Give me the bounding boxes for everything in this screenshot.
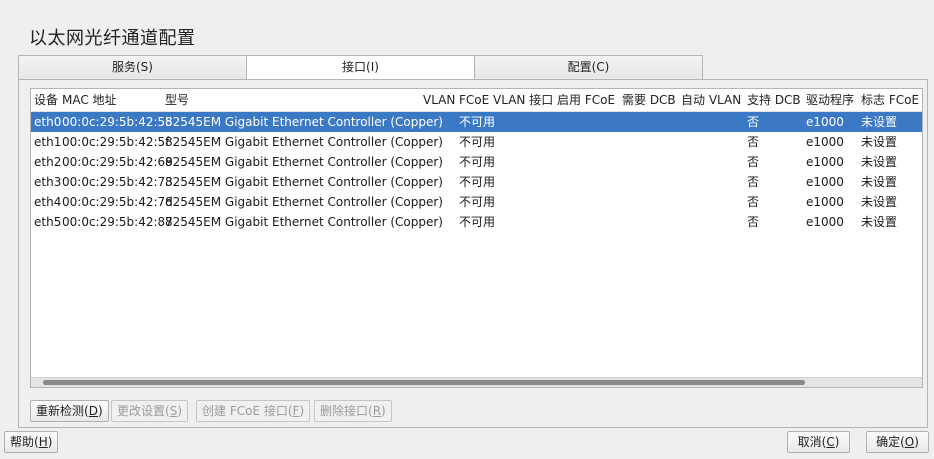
cell-mac: 00:0c:29:5b:42:87: [62, 215, 173, 229]
cell-mac: 00:0c:29:5b:42:55: [62, 115, 173, 129]
cell-model: 82545EM Gigabit Ethernet Controller (Cop…: [165, 215, 443, 229]
column-header-driver[interactable]: 驱动程序: [806, 89, 854, 111]
retest-button-label: 重新检测: [36, 404, 85, 418]
cell-mac: 00:0c:29:5b:42:69: [62, 155, 173, 169]
column-header-fcoe-flag[interactable]: 标志 FCoE: [861, 89, 919, 111]
ok-button[interactable]: 确定(O): [866, 431, 929, 453]
table-row[interactable]: eth2 00:0c:29:5b:42:69 82545EM Gigabit E…: [31, 152, 922, 172]
cell-fcoe-flag: 未设置: [861, 215, 898, 229]
create-fcoe-interface-button-label: 创建 FCoE 接口: [202, 404, 288, 418]
change-settings-button[interactable]: 更改设置(S): [111, 400, 189, 422]
cell-fcoe-flag: 未设置: [861, 175, 898, 189]
table-row[interactable]: eth0 00:0c:29:5b:42:55 82545EM Gigabit E…: [31, 112, 922, 132]
cell-driver: e1000: [806, 175, 844, 189]
column-header-device[interactable]: 设备: [34, 89, 58, 111]
table-header: 设备 MAC 地址 型号 VLAN FCoE VLAN 接口 启用 FCoE 需…: [31, 89, 922, 112]
cell-model: 82545EM Gigabit Ethernet Controller (Cop…: [165, 135, 443, 149]
cell-device: eth0: [34, 115, 62, 129]
column-header-vlan[interactable]: VLAN: [423, 89, 455, 111]
table-row[interactable]: eth4 00:0c:29:5b:42:7d 82545EM Gigabit E…: [31, 192, 922, 212]
create-fcoe-interface-button-shortcut: F: [292, 404, 300, 418]
tab-configuration[interactable]: 配置(C): [474, 55, 703, 80]
retest-button-shortcut: D: [88, 404, 98, 418]
scrollbar-thumb[interactable]: [43, 380, 805, 385]
cell-device: eth4: [34, 195, 62, 209]
cell-driver: e1000: [806, 215, 844, 229]
help-button-shortcut: H: [38, 435, 48, 449]
cell-dcb-capable: 否: [747, 195, 760, 209]
column-header-model[interactable]: 型号: [165, 89, 189, 111]
cell-model: 82545EM Gigabit Ethernet Controller (Cop…: [165, 115, 443, 129]
cancel-button-shortcut: C: [826, 435, 835, 449]
cell-mac: 00:0c:29:5b:42:7d: [62, 195, 173, 209]
interfaces-panel: 设备 MAC 地址 型号 VLAN FCoE VLAN 接口 启用 FCoE 需…: [18, 79, 928, 428]
delete-interface-button-shortcut: R: [372, 404, 382, 418]
cell-fcoe-vlan-interface: 不可用: [459, 215, 496, 229]
tab-services[interactable]: 服务(S): [18, 55, 247, 80]
cell-mac: 00:0c:29:5b:42:5f: [62, 135, 170, 149]
cell-device: eth5: [34, 215, 62, 229]
cell-dcb-capable: 否: [747, 215, 760, 229]
cell-model: 82545EM Gigabit Ethernet Controller (Cop…: [165, 175, 443, 189]
column-header-dcb-capable[interactable]: 支持 DCB: [747, 89, 801, 111]
change-settings-button-label: 更改设置: [117, 404, 166, 418]
cell-fcoe-vlan-interface: 不可用: [459, 155, 496, 169]
horizontal-scrollbar[interactable]: [31, 377, 922, 387]
cell-driver: e1000: [806, 195, 844, 209]
cell-fcoe-vlan-interface: 不可用: [459, 135, 496, 149]
column-header-fcoe-vlan-interface[interactable]: FCoE VLAN 接口: [459, 89, 553, 111]
cell-fcoe-vlan-interface: 不可用: [459, 175, 496, 189]
table-row[interactable]: eth3 00:0c:29:5b:42:73 82545EM Gigabit E…: [31, 172, 922, 192]
table-row[interactable]: eth1 00:0c:29:5b:42:5f 82545EM Gigabit E…: [31, 132, 922, 152]
delete-interface-button[interactable]: 删除接口(R): [314, 400, 392, 422]
column-header-require-dcb[interactable]: 需要 DCB: [622, 89, 676, 111]
cell-fcoe-vlan-interface: 不可用: [459, 115, 496, 129]
help-button-label: 帮助: [10, 435, 35, 449]
change-settings-button-shortcut: S: [169, 404, 178, 418]
help-button[interactable]: 帮助(H): [4, 431, 59, 453]
cell-fcoe-flag: 未设置: [861, 135, 898, 149]
retest-button[interactable]: 重新检测(D): [30, 400, 109, 422]
cell-dcb-capable: 否: [747, 115, 760, 129]
cell-fcoe-flag: 未设置: [861, 155, 898, 169]
table-row[interactable]: eth5 00:0c:29:5b:42:87 82545EM Gigabit E…: [31, 212, 922, 232]
tab-bar: 服务(S) 接口(I) 配置(C): [18, 55, 705, 80]
cell-fcoe-flag: 未设置: [861, 195, 898, 209]
create-fcoe-interface-button[interactable]: 创建 FCoE 接口(F): [196, 400, 311, 422]
ok-button-shortcut: O: [904, 435, 915, 449]
window-title: 以太网光纤通道配置: [29, 28, 196, 49]
column-header-auto-vlan[interactable]: 自动 VLAN: [681, 89, 741, 111]
cancel-button[interactable]: 取消(C): [787, 431, 850, 453]
cell-fcoe-flag: 未设置: [861, 115, 898, 129]
cell-model: 82545EM Gigabit Ethernet Controller (Cop…: [165, 155, 443, 169]
cell-driver: e1000: [806, 115, 844, 129]
cell-mac: 00:0c:29:5b:42:73: [62, 175, 173, 189]
cell-model: 82545EM Gigabit Ethernet Controller (Cop…: [165, 195, 443, 209]
cell-device: eth3: [34, 175, 62, 189]
cell-driver: e1000: [806, 155, 844, 169]
column-header-enable-fcoe[interactable]: 启用 FCoE: [557, 89, 615, 111]
cell-device: eth2: [34, 155, 62, 169]
tab-interfaces[interactable]: 接口(I): [246, 55, 475, 80]
cell-device: eth1: [34, 135, 62, 149]
column-header-mac[interactable]: MAC 地址: [62, 89, 117, 111]
cancel-button-label: 取消: [797, 435, 822, 449]
delete-interface-button-label: 删除接口: [320, 404, 369, 418]
interfaces-table: 设备 MAC 地址 型号 VLAN FCoE VLAN 接口 启用 FCoE 需…: [30, 88, 923, 388]
ok-button-label: 确定: [876, 435, 901, 449]
cell-fcoe-vlan-interface: 不可用: [459, 195, 496, 209]
cell-dcb-capable: 否: [747, 135, 760, 149]
cell-driver: e1000: [806, 135, 844, 149]
cell-dcb-capable: 否: [747, 175, 760, 189]
cell-dcb-capable: 否: [747, 155, 760, 169]
